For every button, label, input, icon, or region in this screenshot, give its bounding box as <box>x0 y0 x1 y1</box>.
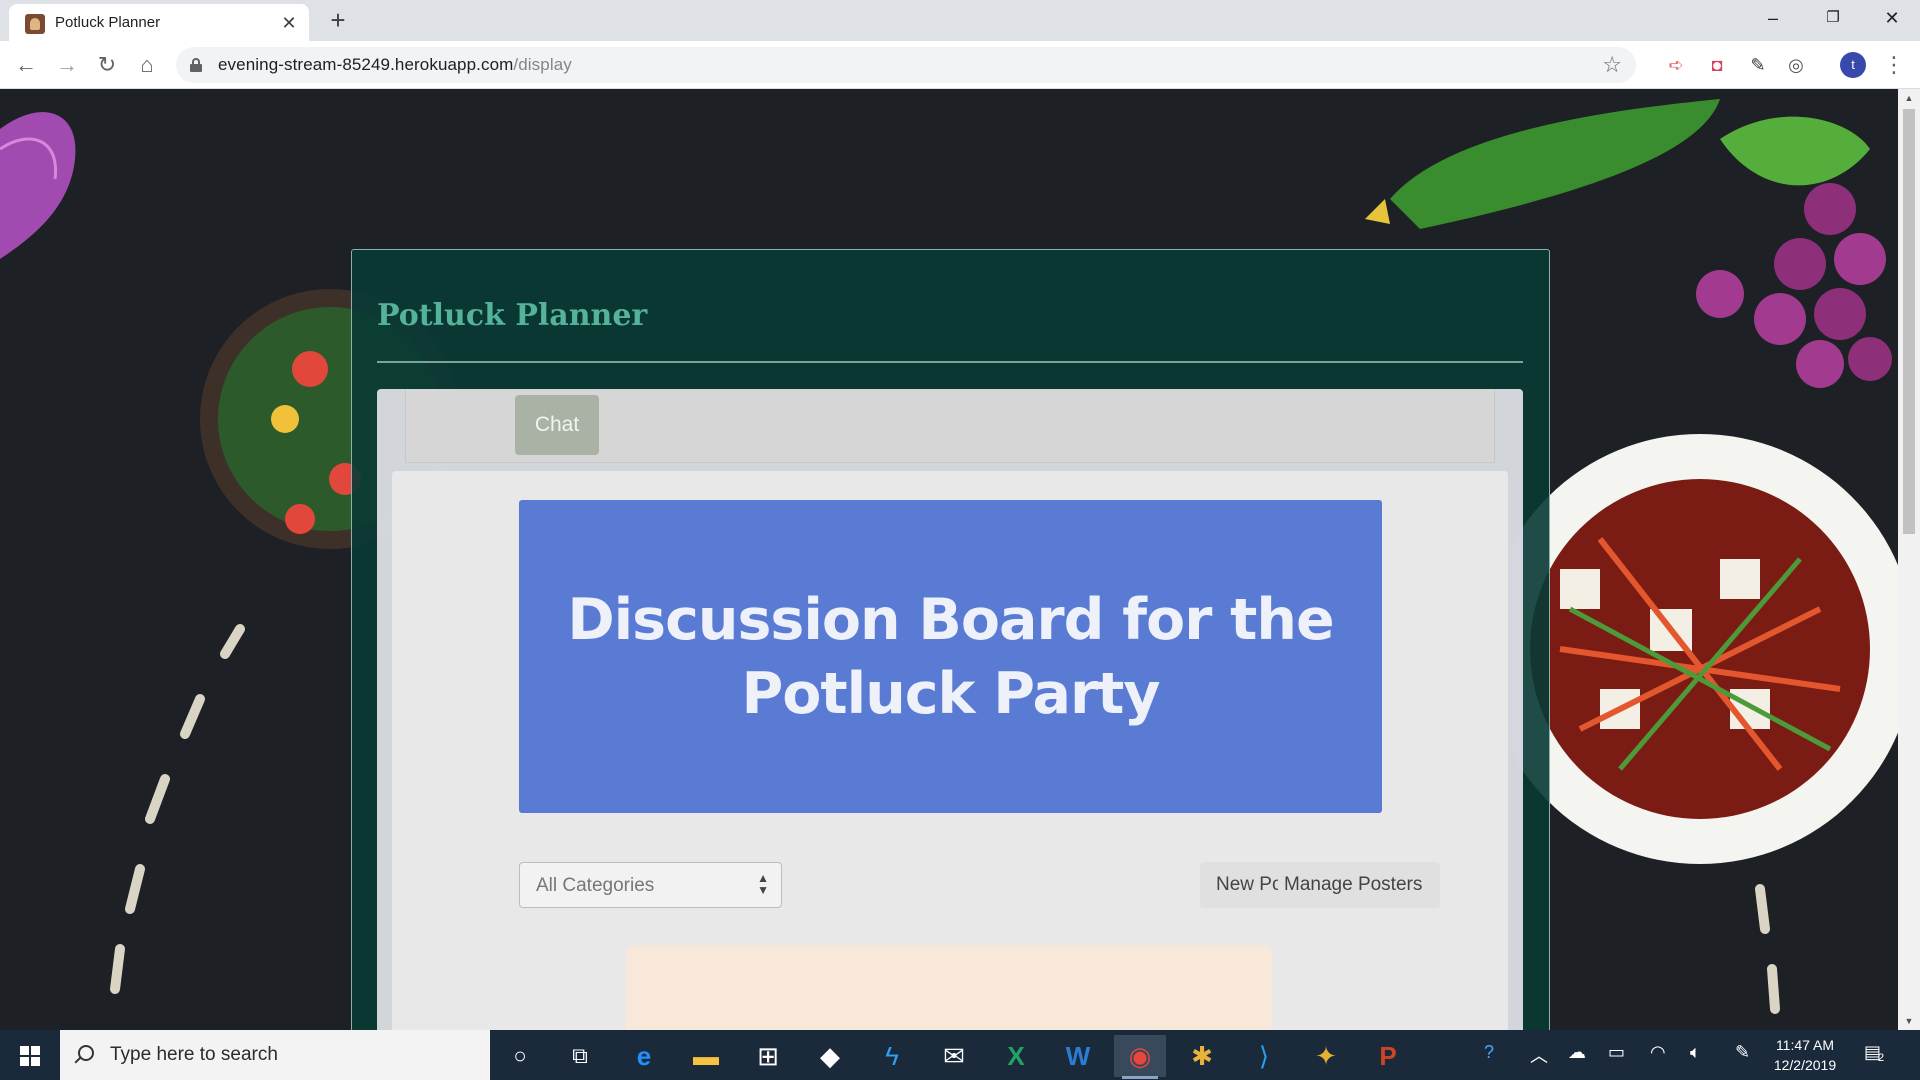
tab-title: Potluck Planner <box>55 14 161 31</box>
extension-circle-icon[interactable]: ◎ <box>1782 51 1810 79</box>
scroll-thumb[interactable] <box>1903 109 1915 534</box>
battery-icon[interactable]: ▭ <box>1608 1042 1625 1063</box>
taskbar-clock[interactable]: 11:47 AM 12/2/2019 <box>1760 1035 1850 1075</box>
azure-icon[interactable]: ϟ <box>866 1035 918 1077</box>
edge-icon[interactable]: e <box>618 1035 670 1077</box>
taskbar-search[interactable]: Type here to search <box>60 1030 490 1080</box>
page-viewport: Potluck Planner Chat Discussion Board fo… <box>0 89 1898 1030</box>
page-scrollbar[interactable]: ▲ ▼ <box>1898 89 1920 1030</box>
browser-tab-strip: Potluck Planner ✕ + – ❐ ✕ <box>0 0 1920 41</box>
browser-toolbar: ← → ↻ ⌂ evening-stream-85249.herokuapp.c… <box>0 41 1920 89</box>
search-icon <box>78 1045 94 1061</box>
hero-title: Discussion Board for the Potluck Party <box>567 587 1334 727</box>
bookmark-star-icon[interactable]: ☆ <box>1602 52 1622 78</box>
dropbox-icon[interactable]: ◆ <box>804 1035 856 1077</box>
url-host: evening-stream-85249.herokuapp.com <box>218 55 514 74</box>
slack-icon[interactable]: ✱ <box>1176 1035 1228 1077</box>
search-placeholder: Type here to search <box>110 1044 278 1065</box>
cortana-icon[interactable]: ○ <box>494 1035 546 1077</box>
clock-time: 11:47 AM <box>1775 1037 1835 1053</box>
minimize-button[interactable]: – <box>1745 0 1801 38</box>
scroll-up-arrow-icon[interactable]: ▲ <box>1898 89 1920 107</box>
post-card-preview <box>626 945 1272 1030</box>
chat-button[interactable]: Chat <box>515 395 599 455</box>
wifi-icon[interactable]: ◠ <box>1650 1042 1666 1063</box>
close-window-button[interactable]: ✕ <box>1864 0 1920 38</box>
home-icon[interactable]: ⌂ <box>131 49 163 81</box>
windows-taskbar: Type here to search ○ ⧉ e ▬ ⊞ ◆ ϟ ✉ X W … <box>0 1030 1920 1080</box>
notification-count: 2 <box>1878 1052 1885 1064</box>
category-select-value: All Categories <box>536 875 655 896</box>
vscode-icon[interactable]: ⟩ <box>1238 1035 1290 1077</box>
help-icon[interactable]: ? <box>1484 1042 1494 1063</box>
word-icon[interactable]: W <box>1052 1035 1104 1077</box>
back-arrow-icon[interactable]: ← <box>10 49 42 81</box>
browser-menu-icon[interactable]: ⋮ <box>1882 51 1906 79</box>
store-icon[interactable]: ⊞ <box>742 1035 794 1077</box>
active-indicator <box>1122 1076 1158 1079</box>
new-post-button[interactable]: New Post <box>1200 862 1278 908</box>
profile-avatar[interactable]: t <box>1840 52 1866 78</box>
url-path: /display <box>513 55 572 74</box>
powerpoint-icon[interactable]: P <box>1362 1035 1414 1077</box>
volume-icon[interactable]: 🔈︎ <box>1690 1042 1701 1063</box>
header-divider <box>377 361 1523 363</box>
manage-posters-button[interactable]: Manage Posters <box>1278 862 1440 908</box>
start-button[interactable] <box>0 1030 60 1080</box>
url-text[interactable]: evening-stream-85249.herokuapp.com/displ… <box>218 55 572 75</box>
mail-icon[interactable]: ✉ <box>928 1035 980 1077</box>
git-kraken-icon[interactable]: ✦ <box>1300 1035 1352 1077</box>
pocket-extension-icon[interactable]: ◘ <box>1703 51 1731 79</box>
show-hidden-icons-icon[interactable]: ︿ <box>1530 1042 1548 1068</box>
brand-title[interactable]: Potluck Planner <box>377 298 647 333</box>
excel-icon[interactable]: X <box>990 1035 1042 1077</box>
forward-arrow-icon[interactable]: → <box>51 49 83 81</box>
lock-icon <box>190 58 202 72</box>
windows-logo-icon <box>20 1046 40 1066</box>
clock-date: 12/2/2019 <box>1773 1057 1837 1073</box>
maximize-button[interactable]: ❐ <box>1805 0 1861 38</box>
select-arrows-icon: ▲ ▼ <box>757 871 769 897</box>
hero-banner: Discussion Board for the Potluck Party <box>519 500 1382 813</box>
onedrive-icon[interactable]: ☁ <box>1568 1042 1586 1063</box>
main-card: Potluck Planner Chat Discussion Board fo… <box>351 249 1550 1030</box>
inner-panel: Chat Discussion Board for the Potluck Pa… <box>377 389 1523 1030</box>
eyedropper-extension-icon[interactable]: ✎ <box>1744 51 1772 79</box>
pen-icon[interactable]: ✎ <box>1735 1042 1750 1063</box>
address-bar[interactable]: evening-stream-85249.herokuapp.com/displ… <box>176 47 1636 83</box>
new-tab-button[interactable]: + <box>324 7 352 35</box>
extension-arrow-icon[interactable]: ➪ <box>1662 51 1690 79</box>
action-center-button[interactable]: ▤ 2 <box>1864 1042 1892 1068</box>
task-view-icon[interactable]: ⧉ <box>554 1035 606 1077</box>
category-select[interactable]: All Categories ▲ ▼ <box>519 862 782 908</box>
file-explorer-icon[interactable]: ▬ <box>680 1035 732 1077</box>
reload-icon[interactable]: ↻ <box>91 49 123 81</box>
potluck-favicon-icon <box>25 14 45 34</box>
content-area: Discussion Board for the Potluck Party A… <box>392 471 1508 1030</box>
browser-tab[interactable]: Potluck Planner ✕ <box>9 4 309 41</box>
top-navbar: Chat <box>405 389 1495 463</box>
chrome-icon[interactable]: ◉ <box>1114 1035 1166 1079</box>
scroll-down-arrow-icon[interactable]: ▼ <box>1898 1012 1920 1030</box>
post-actions: New Post Manage Posters <box>1200 862 1440 908</box>
tab-close-icon[interactable]: ✕ <box>277 11 301 35</box>
